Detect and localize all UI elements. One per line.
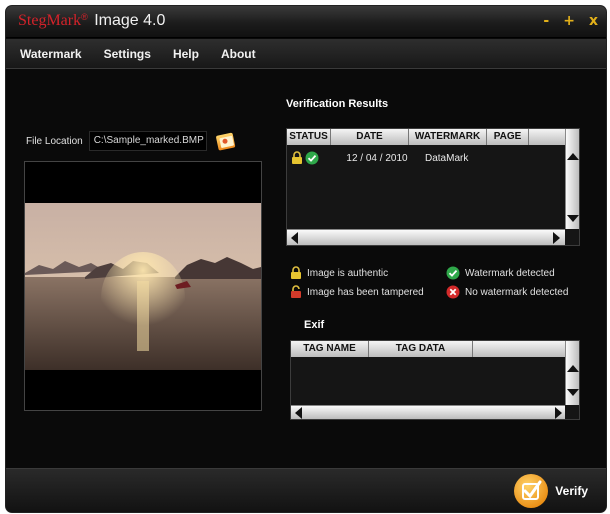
verification-grid-header: STATUS DATE WATERMARK PAGE bbox=[287, 129, 567, 145]
lock-closed-icon bbox=[291, 266, 301, 279]
scroll-left-arrow[interactable] bbox=[291, 232, 298, 244]
green-check-icon bbox=[446, 266, 460, 280]
image-preview bbox=[24, 161, 262, 411]
verify-label: Verify bbox=[555, 484, 588, 498]
exif-grid: TAG NAME TAG DATA bbox=[290, 340, 580, 420]
verification-results-title: Verification Results bbox=[286, 98, 389, 110]
app-title: StegMark® Image 4.0 bbox=[18, 12, 165, 30]
column-tag-name[interactable]: TAG NAME bbox=[291, 341, 369, 357]
menu-watermark[interactable]: Watermark bbox=[20, 47, 82, 61]
scroll-right-arrow[interactable] bbox=[553, 232, 560, 244]
menu-bar: Watermark Settings Help About bbox=[6, 39, 606, 69]
legend-watermark-detected: Watermark detected bbox=[446, 266, 555, 280]
verify-button[interactable]: Verify bbox=[513, 473, 588, 509]
close-button[interactable]: x bbox=[589, 14, 598, 28]
minimize-button[interactable]: - bbox=[543, 14, 549, 28]
legend-no-watermark: No watermark detected bbox=[446, 285, 568, 299]
scroll-down-arrow[interactable] bbox=[567, 215, 579, 222]
legend-authentic-label: Image is authentic bbox=[307, 267, 389, 279]
column-watermark[interactable]: WATERMARK bbox=[409, 129, 487, 145]
legend-authentic: Image is authentic bbox=[290, 266, 388, 280]
folder-image-icon[interactable] bbox=[215, 130, 237, 152]
table-row[interactable]: 12 / 04 / 2010 DataMark bbox=[291, 151, 495, 165]
product-name: Image 4.0 bbox=[94, 12, 166, 29]
column-date[interactable]: DATE bbox=[331, 129, 409, 145]
column-page[interactable]: PAGE bbox=[487, 129, 529, 145]
verification-vertical-scrollbar[interactable] bbox=[565, 129, 579, 229]
red-x-icon bbox=[446, 285, 460, 299]
maximize-button[interactable]: + bbox=[563, 14, 575, 28]
exif-scroll-up-arrow[interactable] bbox=[567, 365, 579, 372]
legend-tampered: Image has been tampered bbox=[290, 285, 424, 299]
exif-title: Exif bbox=[304, 319, 325, 331]
lock-open-icon bbox=[291, 285, 301, 298]
status-cell bbox=[291, 151, 335, 165]
brand-registered-mark: ® bbox=[81, 12, 88, 22]
check-icon bbox=[305, 151, 319, 165]
verification-horizontal-scrollbar[interactable] bbox=[287, 229, 565, 245]
exif-horizontal-scrollbar[interactable] bbox=[291, 405, 565, 419]
column-tag-data[interactable]: TAG DATA bbox=[369, 341, 473, 357]
menu-help[interactable]: Help bbox=[173, 47, 199, 61]
row-watermark: DataMark bbox=[425, 152, 469, 164]
exif-grid-header: TAG NAME TAG DATA bbox=[291, 341, 565, 357]
app-window: StegMark® Image 4.0 - + x Watermark Sett… bbox=[6, 6, 606, 512]
legend-watermark-detected-label: Watermark detected bbox=[465, 267, 555, 279]
exif-scroll-left-arrow[interactable] bbox=[295, 407, 302, 419]
file-location-label: File Location bbox=[26, 135, 83, 147]
row-date: 12 / 04 / 2010 bbox=[346, 152, 408, 164]
lock-icon bbox=[292, 151, 302, 164]
bottom-bar: Verify bbox=[6, 468, 606, 512]
menu-about[interactable]: About bbox=[221, 47, 256, 61]
legend-tampered-label: Image has been tampered bbox=[307, 286, 424, 298]
scroll-up-arrow[interactable] bbox=[567, 153, 579, 160]
title-bar: StegMark® Image 4.0 - + x bbox=[6, 6, 606, 38]
file-location-field[interactable]: C:\Sample_marked.BMP bbox=[88, 131, 207, 151]
legend-no-watermark-label: No watermark detected bbox=[465, 286, 569, 298]
verification-results-grid: STATUS DATE WATERMARK PAGE 12 / 04 / 201… bbox=[286, 128, 580, 246]
exif-vertical-scrollbar[interactable] bbox=[565, 341, 579, 405]
window-controls: - + x bbox=[543, 14, 598, 28]
exif-scroll-right-arrow[interactable] bbox=[555, 407, 562, 419]
preview-photo bbox=[25, 203, 261, 370]
brand-name: StegMark bbox=[18, 12, 82, 29]
exif-scroll-down-arrow[interactable] bbox=[567, 389, 579, 396]
file-location-row: File Location C:\Sample_marked.BMP bbox=[26, 130, 237, 152]
column-status[interactable]: STATUS bbox=[287, 129, 331, 145]
checkbox-check-icon bbox=[514, 474, 549, 508]
menu-settings[interactable]: Settings bbox=[104, 47, 151, 61]
